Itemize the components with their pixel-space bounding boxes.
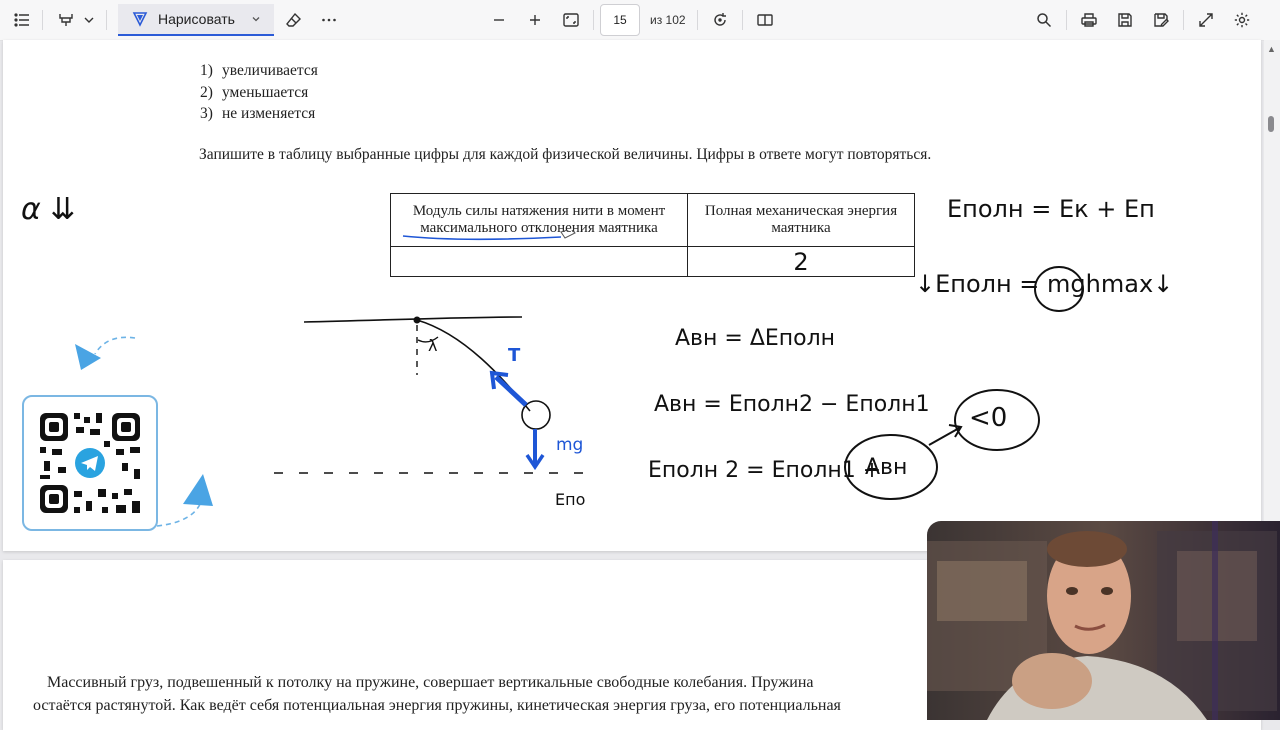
- save-icon: [1118, 13, 1132, 27]
- rotate-icon: [714, 13, 726, 26]
- handwritten-alpha: α ⇊: [21, 192, 76, 227]
- highlight-icon: [59, 14, 73, 26]
- two-page-icon: [757, 14, 773, 26]
- highlight-options-button[interactable]: [78, 6, 100, 34]
- more-button[interactable]: [315, 6, 343, 34]
- save-as-button[interactable]: [1147, 6, 1175, 34]
- save-button[interactable]: [1111, 6, 1139, 34]
- search-icon: [1037, 13, 1052, 28]
- search-button[interactable]: [1030, 6, 1058, 34]
- problem-text-line: Массивный груз, подвешенный к потолку на…: [47, 674, 814, 691]
- pdf-toolbar: Нарисовать из 102: [0, 0, 1280, 41]
- page-number-input[interactable]: [600, 4, 640, 36]
- answer-cell[interactable]: [390, 246, 688, 277]
- eraser-icon: [286, 12, 301, 27]
- draw-icon: [132, 12, 148, 27]
- rotate-button[interactable]: [706, 6, 734, 34]
- webcam-video: [927, 521, 1280, 720]
- page-total: из 102: [650, 13, 686, 27]
- fullscreen-icon: [1199, 13, 1213, 27]
- option-item: 2) уменьшается: [200, 84, 309, 101]
- bubble-annotations: [844, 389, 1040, 500]
- two-page-button[interactable]: [751, 6, 779, 34]
- webcam-overlay: [927, 521, 1280, 720]
- zoom-out-button[interactable]: [485, 6, 513, 34]
- fit-page-button[interactable]: [557, 6, 585, 34]
- chevron-down-icon: [252, 17, 260, 22]
- paper-plane-icon: [75, 336, 136, 370]
- answer-cell[interactable]: 2: [687, 246, 915, 277]
- pen-underline: [402, 230, 576, 241]
- gravity-label: mg: [556, 435, 584, 455]
- zoom-in-icon: [530, 15, 540, 25]
- contents-icon: [14, 13, 29, 27]
- handwritten-energy-formula: Eполн = Eк + Eп: [947, 195, 1155, 223]
- eraser-button[interactable]: [280, 6, 308, 34]
- fullscreen-button[interactable]: [1192, 6, 1220, 34]
- pdf-page: 1) увеличивается 2) уменьшается 3) не измен…: [3, 40, 1261, 551]
- print-button[interactable]: [1075, 6, 1103, 34]
- scroll-up-icon[interactable]: ▲: [1267, 44, 1276, 54]
- option-item: 3) не изменяется: [200, 105, 316, 122]
- circle-mg-annotation: [1034, 266, 1084, 312]
- qr-code-icon: [40, 413, 140, 513]
- zoom-out-icon: [494, 19, 504, 21]
- draw-button[interactable]: Нарисовать: [118, 4, 274, 36]
- option-item: 1) увеличивается: [200, 62, 318, 79]
- settings-button[interactable]: [1228, 6, 1256, 34]
- scrollbar-thumb[interactable]: [1268, 116, 1274, 132]
- contents-button[interactable]: [8, 6, 36, 34]
- fit-page-icon: [563, 13, 579, 27]
- draw-button-label: Нарисовать: [158, 11, 235, 27]
- zoom-in-button[interactable]: [521, 6, 549, 34]
- paper-plane-icon: [156, 474, 213, 527]
- gear-icon: [1234, 12, 1250, 28]
- handwritten-work-bubble: Aвн: [865, 455, 908, 480]
- instruction-text: Запишите в таблицу выбранные цифры для к…: [199, 146, 932, 163]
- highlight-button[interactable]: [52, 6, 80, 34]
- handwritten-less-than-zero: <0: [969, 403, 1008, 433]
- save-as-icon: [1154, 13, 1169, 27]
- qr-code-card[interactable]: [22, 395, 158, 531]
- problem-text-line: остаётся растянутой. Как ведёт себя поте…: [33, 697, 841, 714]
- more-icon: [322, 18, 336, 22]
- handwritten-work-eq1: Aвн = ΔEполн: [675, 326, 836, 351]
- pendulum-diagram: [274, 316, 588, 474]
- table-header: Полная механическая энергия маятника: [687, 193, 915, 247]
- angle-label: λ: [428, 336, 438, 355]
- print-icon: [1081, 13, 1097, 27]
- chevron-down-icon: [84, 17, 94, 23]
- zero-level-label: Eпо: [555, 490, 586, 509]
- tension-label: T: [508, 345, 521, 366]
